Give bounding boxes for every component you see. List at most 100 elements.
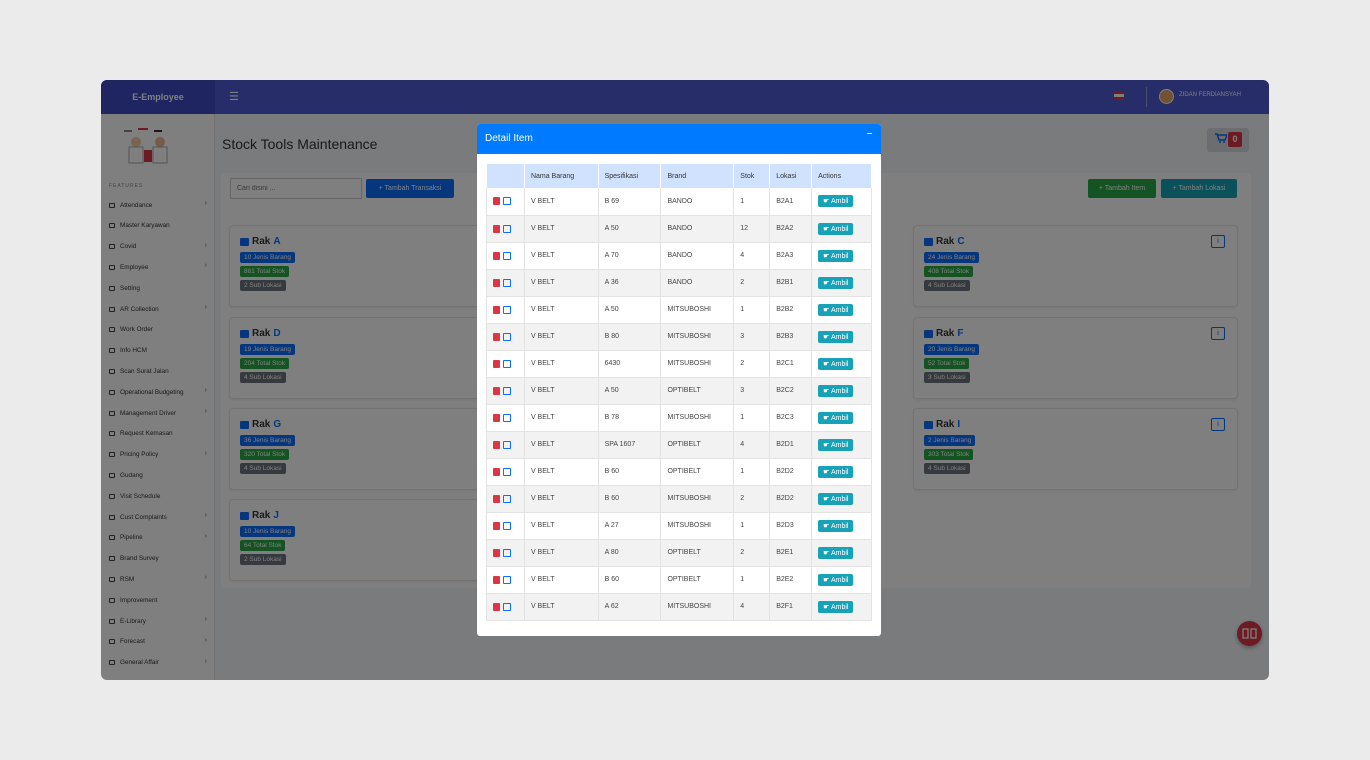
trash-icon[interactable] — [493, 602, 500, 611]
hand-pointer-icon: ☛ — [823, 414, 830, 422]
ambil-button[interactable]: ☛ Ambil — [818, 357, 854, 370]
edit-icon[interactable] — [503, 494, 511, 503]
trash-icon[interactable] — [493, 251, 500, 260]
edit-icon[interactable] — [503, 197, 511, 206]
trash-icon[interactable] — [493, 413, 500, 422]
ambil-button[interactable]: ☛ Ambil — [818, 438, 854, 451]
table-cell: V BELT — [524, 485, 599, 513]
hand-pointer-icon: ☛ — [823, 387, 830, 395]
column-header: Actions — [811, 164, 872, 188]
ambil-button[interactable]: ☛ Ambil — [818, 465, 854, 478]
ambil-button[interactable]: ☛ Ambil — [818, 249, 854, 262]
trash-icon[interactable] — [493, 359, 500, 368]
ambil-label: Ambil — [830, 549, 849, 557]
trash-icon[interactable] — [493, 332, 500, 341]
actions-cell: ☛ Ambil — [811, 323, 872, 351]
table-cell: 1 — [733, 296, 771, 324]
edit-icon[interactable] — [503, 548, 511, 557]
row-actions-cell — [486, 566, 525, 594]
table-cell: 1 — [733, 188, 771, 216]
table-cell: 2 — [733, 539, 771, 567]
trash-icon[interactable] — [493, 575, 500, 584]
column-header: Spesifikasi — [598, 164, 662, 188]
hand-pointer-icon: ☛ — [823, 576, 830, 584]
hand-pointer-icon: ☛ — [823, 522, 830, 530]
table-cell: BANDO — [660, 242, 735, 270]
trash-icon[interactable] — [493, 305, 500, 314]
trash-icon[interactable] — [493, 386, 500, 395]
ambil-button[interactable]: ☛ Ambil — [818, 600, 854, 613]
table-cell: 3 — [733, 323, 771, 351]
edit-icon[interactable] — [503, 386, 511, 395]
ambil-button[interactable]: ☛ Ambil — [818, 411, 854, 424]
actions-cell: ☛ Ambil — [811, 539, 872, 567]
table-cell: B2D2 — [769, 458, 813, 486]
row-actions-cell — [486, 539, 525, 567]
ambil-button[interactable]: ☛ Ambil — [818, 303, 854, 316]
ambil-button[interactable]: ☛ Ambil — [818, 195, 854, 208]
table-row: V BELT B 69 BANDO 1 B2A1 ☛ Ambil — [486, 188, 872, 216]
table-cell: OPTIBELT — [660, 566, 735, 594]
edit-icon[interactable] — [503, 359, 511, 368]
trash-icon[interactable] — [493, 467, 500, 476]
table-cell: V BELT — [524, 593, 599, 621]
hand-pointer-icon: ☛ — [823, 603, 830, 611]
ambil-button[interactable]: ☛ Ambil — [818, 330, 854, 343]
table-cell: MITSUBOSHI — [660, 323, 735, 351]
trash-icon[interactable] — [493, 224, 500, 233]
ambil-button[interactable]: ☛ Ambil — [818, 519, 854, 532]
edit-icon[interactable] — [503, 305, 511, 314]
edit-icon[interactable] — [503, 575, 511, 584]
ambil-button[interactable]: ☛ Ambil — [818, 573, 854, 586]
row-actions-cell — [486, 269, 525, 297]
ambil-button[interactable]: ☛ Ambil — [818, 492, 854, 505]
actions-cell: ☛ Ambil — [811, 377, 872, 405]
edit-icon[interactable] — [503, 467, 511, 476]
ambil-button[interactable]: ☛ Ambil — [818, 384, 854, 397]
edit-icon[interactable] — [503, 251, 511, 260]
trash-icon[interactable] — [493, 440, 500, 449]
table-row: V BELT B 80 MITSUBOSHI 3 B2B3 ☛ Ambil — [486, 323, 872, 351]
trash-icon[interactable] — [493, 548, 500, 557]
minimize-icon[interactable]: – — [867, 128, 872, 138]
trash-icon[interactable] — [493, 278, 500, 287]
edit-icon[interactable] — [503, 440, 511, 449]
table-cell: MITSUBOSHI — [660, 296, 735, 324]
edit-icon[interactable] — [503, 521, 511, 530]
table-cell: B2D1 — [769, 431, 813, 459]
table-cell: SPA 1607 — [598, 431, 662, 459]
ambil-button[interactable]: ☛ Ambil — [818, 546, 854, 559]
ambil-label: Ambil — [830, 576, 849, 584]
hand-pointer-icon: ☛ — [823, 225, 830, 233]
table-cell: BANDO — [660, 269, 735, 297]
ambil-label: Ambil — [830, 441, 849, 449]
table-cell: OPTIBELT — [660, 539, 735, 567]
edit-icon[interactable] — [503, 602, 511, 611]
row-actions-cell — [486, 296, 525, 324]
edit-icon[interactable] — [503, 224, 511, 233]
edit-icon[interactable] — [503, 278, 511, 287]
table-cell: A 70 — [598, 242, 662, 270]
modal-title: Detail Item — [485, 133, 533, 144]
edit-icon[interactable] — [503, 332, 511, 341]
column-header — [486, 164, 525, 188]
table-cell: V BELT — [524, 566, 599, 594]
actions-cell: ☛ Ambil — [811, 350, 872, 378]
trash-icon[interactable] — [493, 197, 500, 206]
ambil-button[interactable]: ☛ Ambil — [818, 276, 854, 289]
ambil-label: Ambil — [830, 279, 849, 287]
row-actions-cell — [486, 215, 525, 243]
edit-icon[interactable] — [503, 413, 511, 422]
trash-icon[interactable] — [493, 521, 500, 530]
table-row: V BELT B 60 OPTIBELT 1 B2D2 ☛ Ambil — [486, 458, 872, 486]
table-cell: B 78 — [598, 404, 662, 432]
ambil-button[interactable]: ☛ Ambil — [818, 222, 854, 235]
table-cell: V BELT — [524, 242, 599, 270]
table-cell: V BELT — [524, 269, 599, 297]
table-row: V BELT A 62 MITSUBOSHI 4 B2F1 ☛ Ambil — [486, 593, 872, 621]
table-cell: B 69 — [598, 188, 662, 216]
actions-cell: ☛ Ambil — [811, 242, 872, 270]
table-cell: B2B1 — [769, 269, 813, 297]
trash-icon[interactable] — [493, 494, 500, 503]
actions-cell: ☛ Ambil — [811, 458, 872, 486]
